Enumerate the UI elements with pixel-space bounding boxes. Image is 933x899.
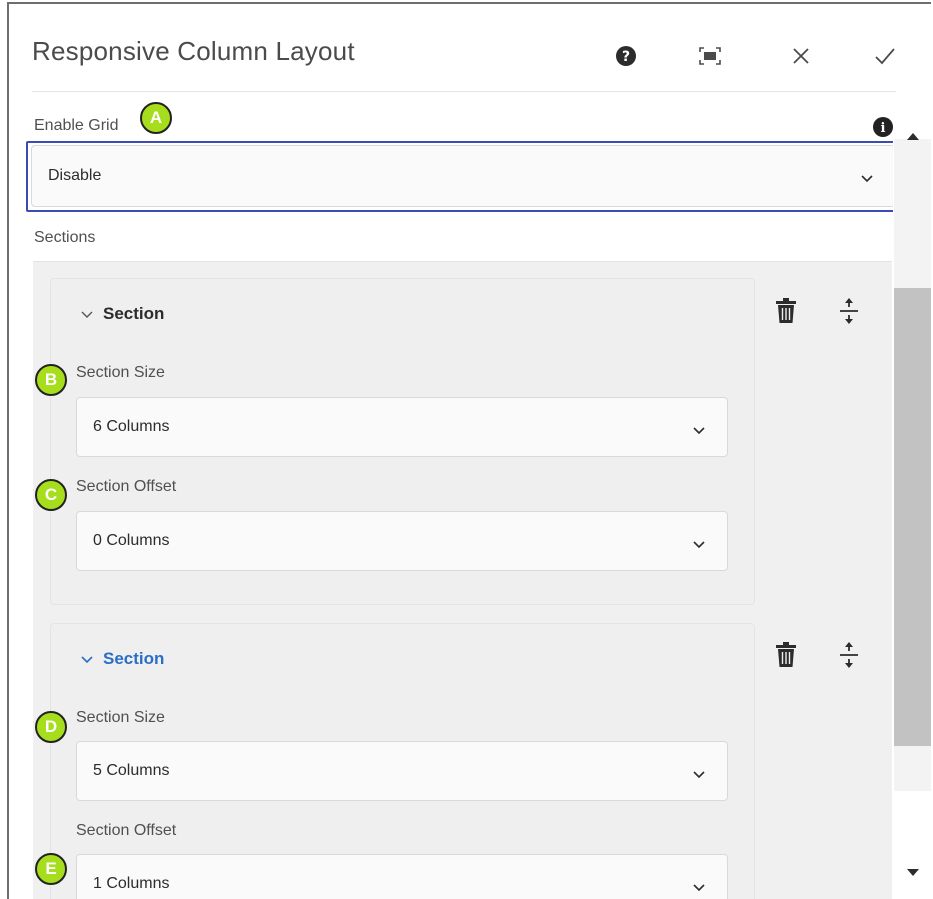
section-size-select[interactable]: 5 Columns (76, 741, 728, 801)
info-icon[interactable]: i (872, 116, 894, 143)
section-size-select[interactable]: 6 Columns (76, 397, 728, 457)
section-size-label: Section Size (76, 709, 165, 726)
enable-grid-value: Disable (48, 167, 102, 184)
header-divider (32, 91, 896, 92)
callout-marker-a: A (140, 102, 172, 134)
section-offset-value: 0 Columns (93, 532, 170, 549)
checkmark-icon[interactable] (871, 42, 899, 70)
section-card-1: Section Section Size 6 Columns Section O… (50, 278, 755, 605)
section-header-2[interactable]: Section (81, 649, 164, 669)
section-offset-label: Section Offset (76, 822, 177, 839)
chevron-down-icon (693, 879, 705, 897)
enable-grid-label: Enable Grid (34, 117, 119, 134)
chevron-down-icon (861, 170, 873, 188)
section-offset-label: Section Offset (76, 478, 177, 495)
section-title: Section (103, 304, 165, 323)
chevron-down-icon (81, 649, 93, 669)
dialog-title: Responsive Column Layout (32, 36, 355, 66)
reorder-icon[interactable] (834, 294, 864, 328)
trash-icon[interactable] (771, 638, 801, 672)
sections-multifield: Section Section Size 6 Columns Section O… (33, 261, 892, 899)
section-offset-value: 1 Columns (93, 875, 170, 892)
dialog-header: Responsive Column Layout ? (9, 4, 931, 92)
fullscreen-icon[interactable] (696, 42, 724, 70)
scroll-down-arrow-icon[interactable] (906, 864, 920, 882)
callout-marker-c: C (35, 479, 67, 511)
section-size-label: Section Size (76, 364, 165, 381)
chevron-down-icon (81, 304, 93, 324)
close-icon[interactable] (787, 42, 815, 70)
enable-grid-select[interactable]: Disable (31, 145, 896, 207)
chevron-down-icon (693, 422, 705, 440)
section-offset-select[interactable]: 0 Columns (76, 511, 728, 571)
scrollbar-thumb[interactable] (894, 288, 931, 746)
svg-text:i: i (881, 121, 886, 136)
section-size-value: 5 Columns (93, 762, 170, 779)
help-icon[interactable]: ? (612, 42, 640, 70)
svg-text:?: ? (622, 49, 630, 65)
callout-marker-e: E (35, 853, 67, 885)
chevron-down-icon (693, 766, 705, 784)
chevron-down-icon (693, 536, 705, 554)
section-offset-select[interactable]: 1 Columns (76, 854, 728, 899)
callout-marker-b: B (35, 364, 67, 396)
section-card-2: Section Section Size 5 Columns Section O… (50, 623, 755, 899)
section-title: Section (103, 649, 165, 668)
sections-label: Sections (34, 229, 96, 246)
trash-icon[interactable] (771, 294, 801, 328)
scroll-up-arrow-icon[interactable] (906, 128, 920, 146)
section-header-1[interactable]: Section (81, 304, 164, 324)
dialog: Responsive Column Layout ? Enable Grid A… (7, 2, 931, 899)
callout-marker-d: D (35, 711, 67, 743)
section-size-value: 6 Columns (93, 418, 170, 435)
dialog-content: Enable Grid A Disable Sections Section S… (9, 93, 931, 899)
reorder-icon[interactable] (834, 638, 864, 672)
